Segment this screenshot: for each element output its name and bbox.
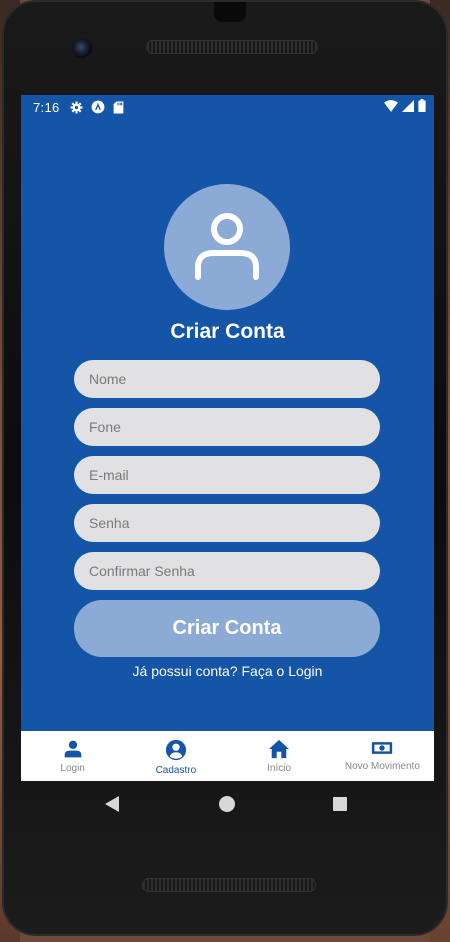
password-field[interactable] [74,504,380,542]
recent-apps-icon[interactable] [333,797,347,811]
bottom-navigation: Login Cadastro Início Novo Movimento [21,731,434,781]
nav-item-login[interactable]: Login [21,731,124,781]
nav-label-inicio: Início [267,763,292,774]
avatar [164,184,290,310]
nav-item-inicio[interactable]: Início [228,731,331,781]
vpn-key-icon [91,100,104,114]
create-account-button[interactable]: Criar Conta [74,600,380,657]
system-navigation-bar [21,781,434,827]
app-screen: 7:16 Criar Conta Nome Fone E-mail Criar … [21,95,434,781]
wifi-icon [384,99,398,112]
bottom-speaker [142,878,316,892]
nav-item-cadastro[interactable]: Cadastro [124,731,227,781]
front-camera [72,38,92,58]
signal-icon [402,99,414,112]
home-button-icon[interactable] [219,796,235,812]
email-field[interactable] [74,456,380,494]
page-title: Criar Conta [170,320,285,343]
cash-icon [372,742,393,754]
account-circle-icon [165,739,186,761]
user-icon [195,213,259,280]
confirm-password-field[interactable] [74,552,380,590]
login-link[interactable]: Já possui conta? Faça o Login [21,663,434,679]
name-field[interactable] [74,360,380,398]
settings-icon [70,101,82,113]
nav-label-login: Login [60,763,85,774]
battery-icon [418,99,426,112]
earpiece-speaker [146,40,318,54]
status-time: 7:16 [33,99,60,115]
nav-item-novo-movimento[interactable]: Novo Movimento [331,731,434,781]
status-bar: 7:16 [21,95,434,119]
person-icon [64,740,81,758]
phone-notch [214,2,246,22]
sd-card-icon [113,101,123,113]
phone-field[interactable] [74,408,380,446]
back-icon[interactable] [105,796,119,812]
nav-label-cadastro: Cadastro [155,765,197,776]
nav-label-novo-movimento: Novo Movimento [344,761,420,772]
home-icon [269,739,290,759]
